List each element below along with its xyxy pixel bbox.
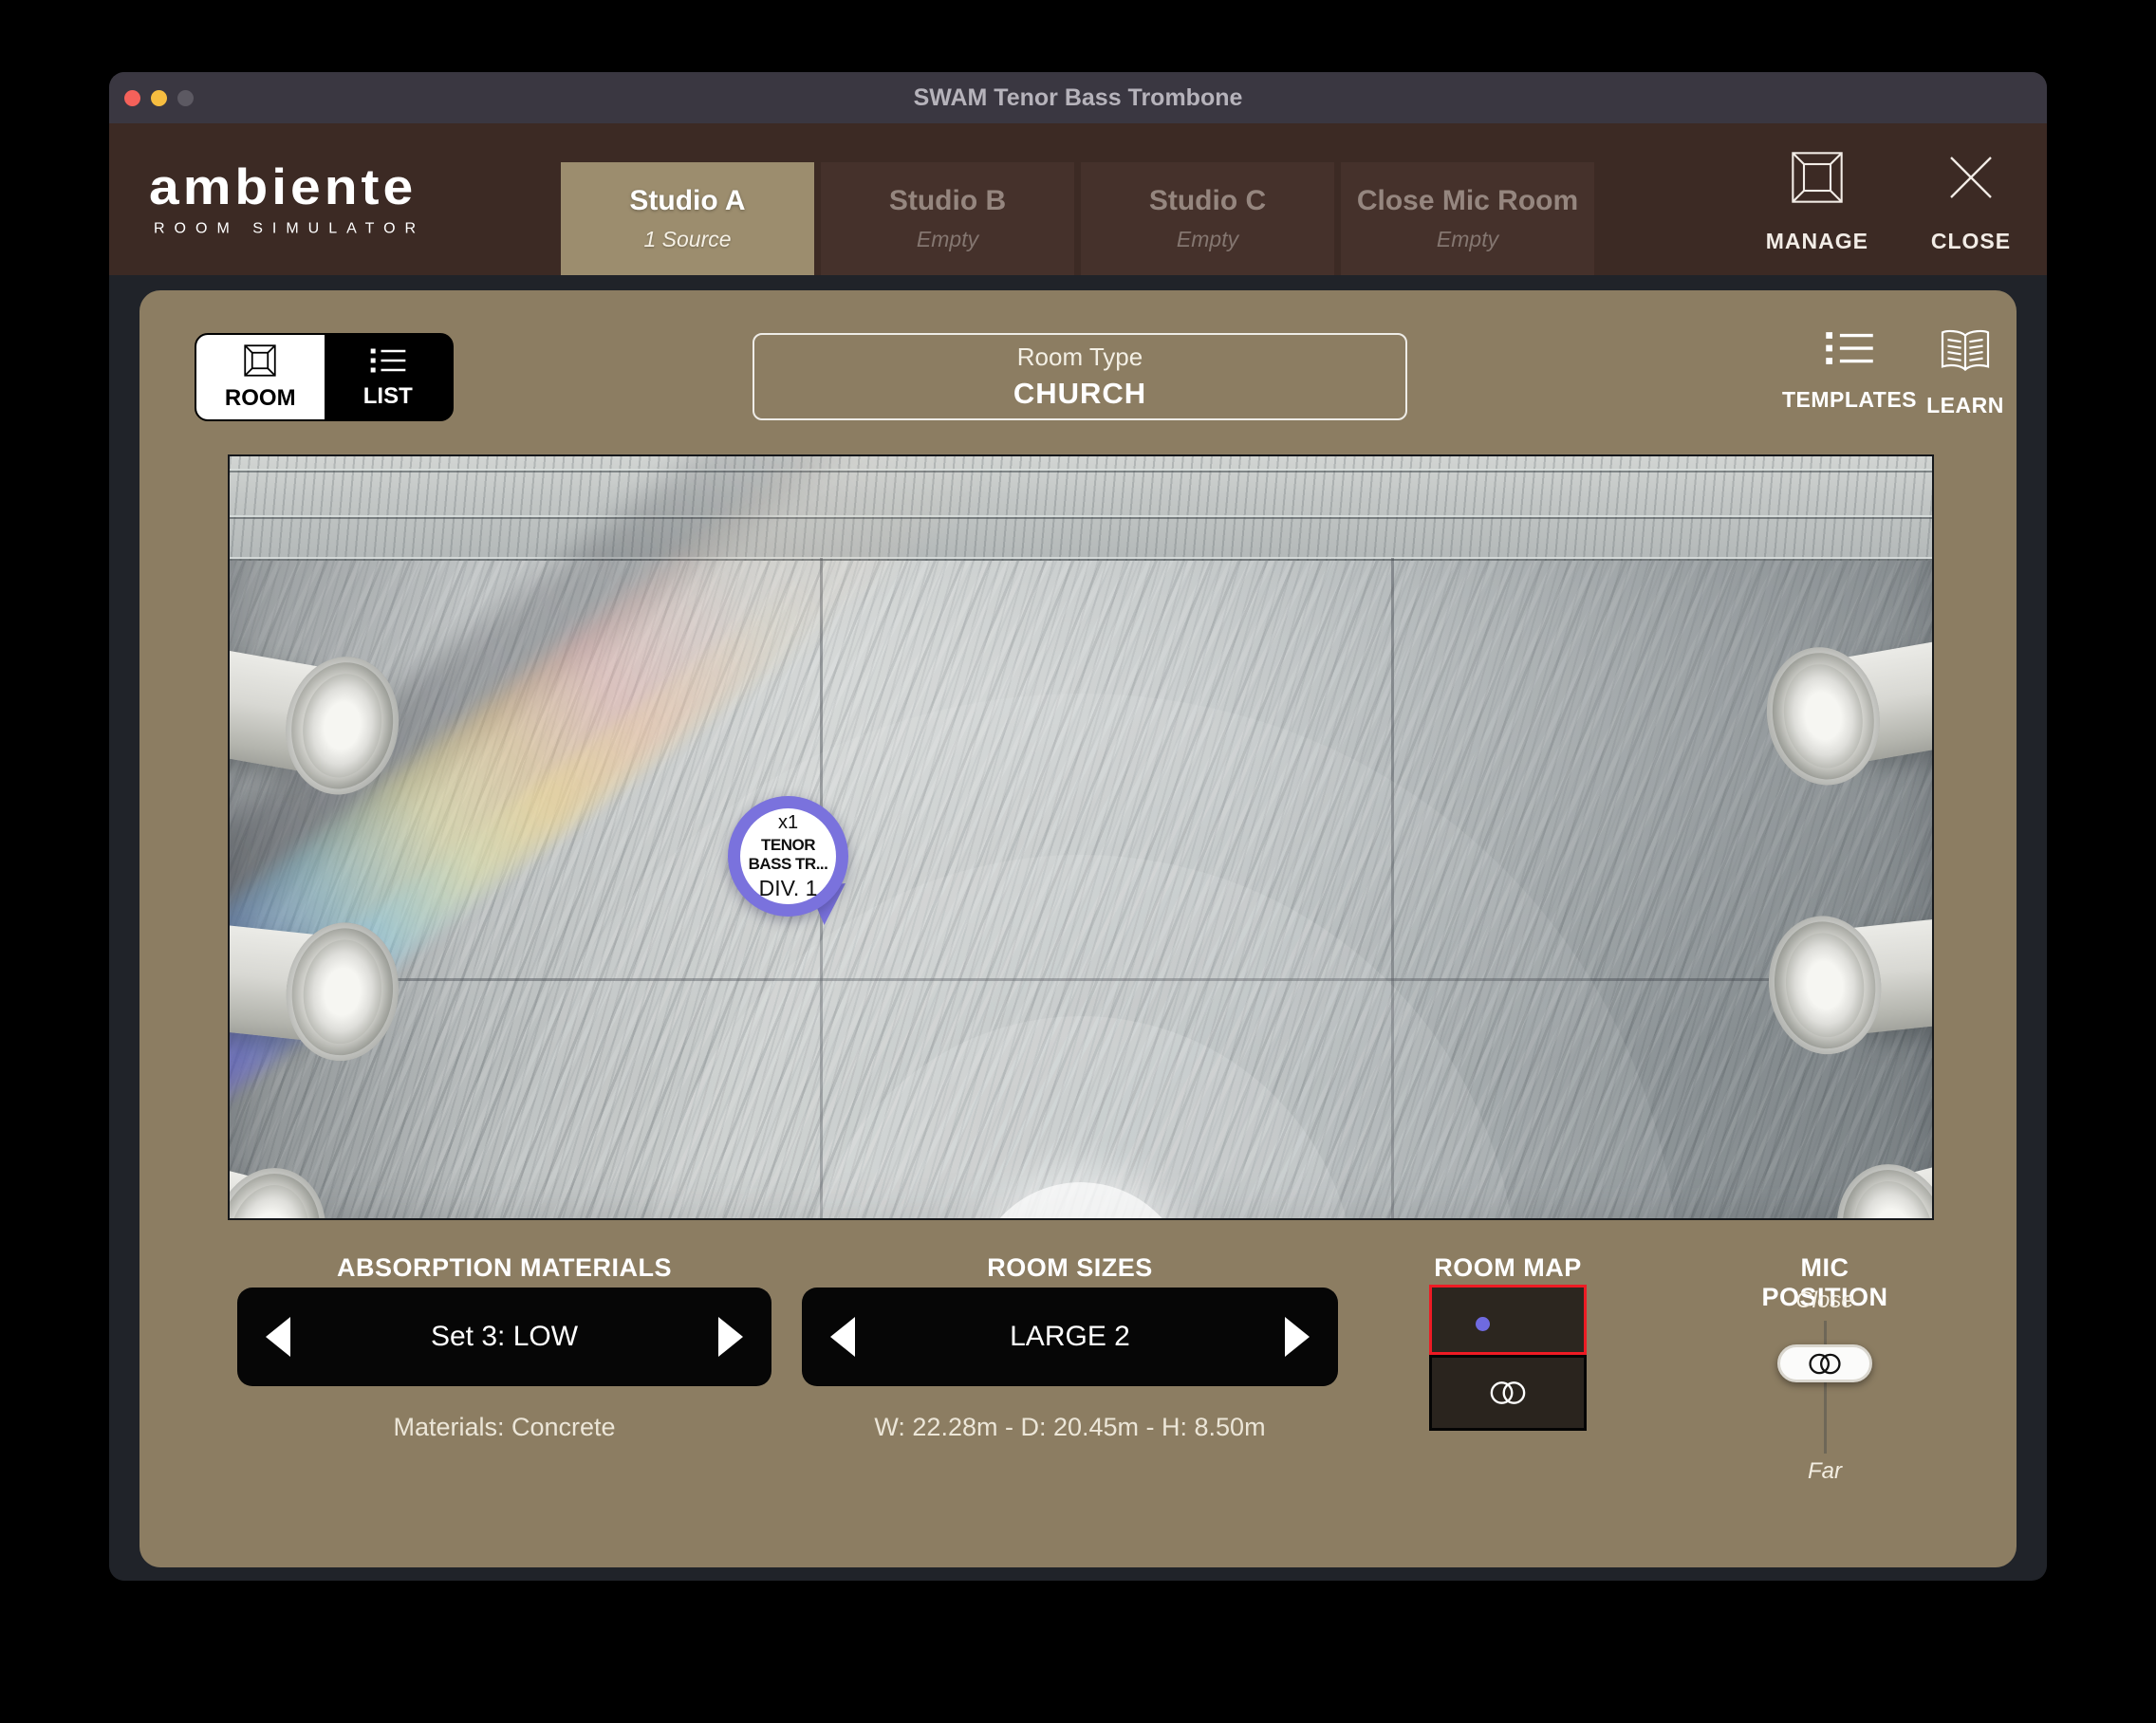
learn-book-icon xyxy=(1938,328,1993,374)
tab-status: Empty xyxy=(1437,227,1498,252)
stereo-mic-icon xyxy=(1806,1351,1844,1377)
titlebar: SWAM Tenor Bass Trombone xyxy=(109,72,2047,123)
absorption-title: ABSORPTION MATERIALS xyxy=(237,1253,771,1283)
room-sizes-prev-arrow-icon[interactable] xyxy=(830,1317,855,1357)
close-label: CLOSE xyxy=(1931,229,2011,254)
list-view-button[interactable]: LIST xyxy=(325,335,453,419)
tab-status: Empty xyxy=(917,227,978,252)
learn-button[interactable]: LEARN xyxy=(1906,328,2024,418)
step-edge xyxy=(230,469,1932,472)
tab-studio-c[interactable]: Studio C Empty xyxy=(1081,162,1334,275)
room-sizes-value: LARGE 2 xyxy=(1010,1321,1130,1353)
view-toggle: ROOM LIST xyxy=(195,333,454,421)
tab-label: Studio B xyxy=(889,185,1006,217)
tab-status: Empty xyxy=(1177,227,1238,252)
source-name: TENOR BASS TR... xyxy=(740,836,836,874)
room-sizes-next-arrow-icon[interactable] xyxy=(1285,1317,1310,1357)
church-column xyxy=(228,633,441,811)
mic-position-section: MIC POSITION Close Far xyxy=(1749,1247,1901,1493)
room-map-mic-area[interactable] xyxy=(1429,1355,1587,1431)
tab-label: Studio C xyxy=(1149,185,1266,217)
tab-studio-b[interactable]: Studio B Empty xyxy=(821,162,1074,275)
room-view-stage: x1 TENOR BASS TR... DIV. 1 xyxy=(228,454,1934,1220)
tab-studio-a[interactable]: Studio A 1 Source xyxy=(561,162,814,275)
church-column xyxy=(228,907,437,1071)
mic-far-label: Far xyxy=(1749,1458,1901,1485)
room-map-title: ROOM MAP xyxy=(1429,1253,1587,1283)
church-column xyxy=(1724,623,1934,802)
ambiente-logo: ambiente ROOM SIMULATOR xyxy=(149,161,425,238)
window-title: SWAM Tenor Bass Trombone xyxy=(109,84,2047,112)
room-map-source-area[interactable] xyxy=(1429,1285,1587,1355)
church-column xyxy=(228,1136,372,1220)
list-view-label: LIST xyxy=(363,383,413,410)
tab-label: Close Mic Room xyxy=(1357,185,1578,217)
absorption-prev-arrow-icon[interactable] xyxy=(266,1317,290,1357)
logo-brand-text: ambiente xyxy=(149,163,425,213)
plugin-window: SWAM Tenor Bass Trombone ambiente ROOM S… xyxy=(109,72,2047,1581)
room-sizes-title: ROOM SIZES xyxy=(802,1253,1338,1283)
absorption-selector: Set 3: LOW xyxy=(237,1288,771,1386)
tab-label: Studio A xyxy=(629,185,745,217)
church-column xyxy=(1791,1132,1934,1220)
mic-position-slider[interactable] xyxy=(1777,1344,1872,1382)
templates-list-icon xyxy=(1824,328,1875,368)
source-count: x1 xyxy=(778,812,798,834)
room-type-selector[interactable]: Room Type CHURCH xyxy=(753,333,1407,420)
source-marker-body: x1 TENOR BASS TR... DIV. 1 xyxy=(740,808,836,904)
manage-label: MANAGE xyxy=(1766,229,1868,254)
room-type-label: Room Type xyxy=(1017,343,1143,372)
room-sizes-subtitle: W: 22.28m - D: 20.45m - H: 8.50m xyxy=(802,1413,1338,1442)
templates-button[interactable]: TEMPLATES xyxy=(1774,328,1925,413)
source-marker[interactable]: x1 TENOR BASS TR... DIV. 1 xyxy=(728,796,848,917)
list-icon xyxy=(369,345,407,376)
manage-button[interactable]: MANAGE xyxy=(1766,145,1868,254)
stereo-mic-icon xyxy=(1487,1379,1529,1407)
room-type-value: CHURCH xyxy=(1013,377,1146,411)
step-edge xyxy=(230,515,1932,519)
room-view-label: ROOM xyxy=(225,385,296,412)
manage-box-icon xyxy=(1791,151,1844,204)
close-x-icon xyxy=(1944,151,1998,204)
close-button[interactable]: CLOSE xyxy=(1924,145,2018,254)
source-position-dot[interactable] xyxy=(1476,1317,1490,1331)
templates-label: TEMPLATES xyxy=(1782,387,1917,413)
learn-label: LEARN xyxy=(1926,393,2004,418)
tab-status: 1 Source xyxy=(643,227,731,252)
absorption-value: Set 3: LOW xyxy=(431,1321,578,1353)
logo-tagline: ROOM SIMULATOR xyxy=(149,221,425,238)
source-division: DIV. 1 xyxy=(759,876,818,901)
mic-close-label: Close xyxy=(1749,1288,1901,1314)
absorption-subtitle: Materials: Concrete xyxy=(237,1413,771,1442)
main-panel: ROOM LIST Room Type CHURCH xyxy=(139,290,2017,1567)
tab-close-mic-room[interactable]: Close Mic Room Empty xyxy=(1341,162,1594,275)
step-edge xyxy=(230,557,1932,561)
room-sizes-selector: LARGE 2 xyxy=(802,1288,1338,1386)
studio-tabs: Studio A 1 Source Studio B Empty Studio … xyxy=(561,162,1594,275)
absorption-next-arrow-icon[interactable] xyxy=(718,1317,743,1357)
app-header: ambiente ROOM SIMULATOR Studio A 1 Sourc… xyxy=(109,123,2047,275)
room-box-icon xyxy=(243,343,277,378)
church-column xyxy=(1730,900,1934,1065)
header-actions: MANAGE CLOSE xyxy=(1766,123,2018,275)
mic-position-track[interactable] xyxy=(1824,1321,1827,1454)
room-view-button[interactable]: ROOM xyxy=(196,335,325,419)
